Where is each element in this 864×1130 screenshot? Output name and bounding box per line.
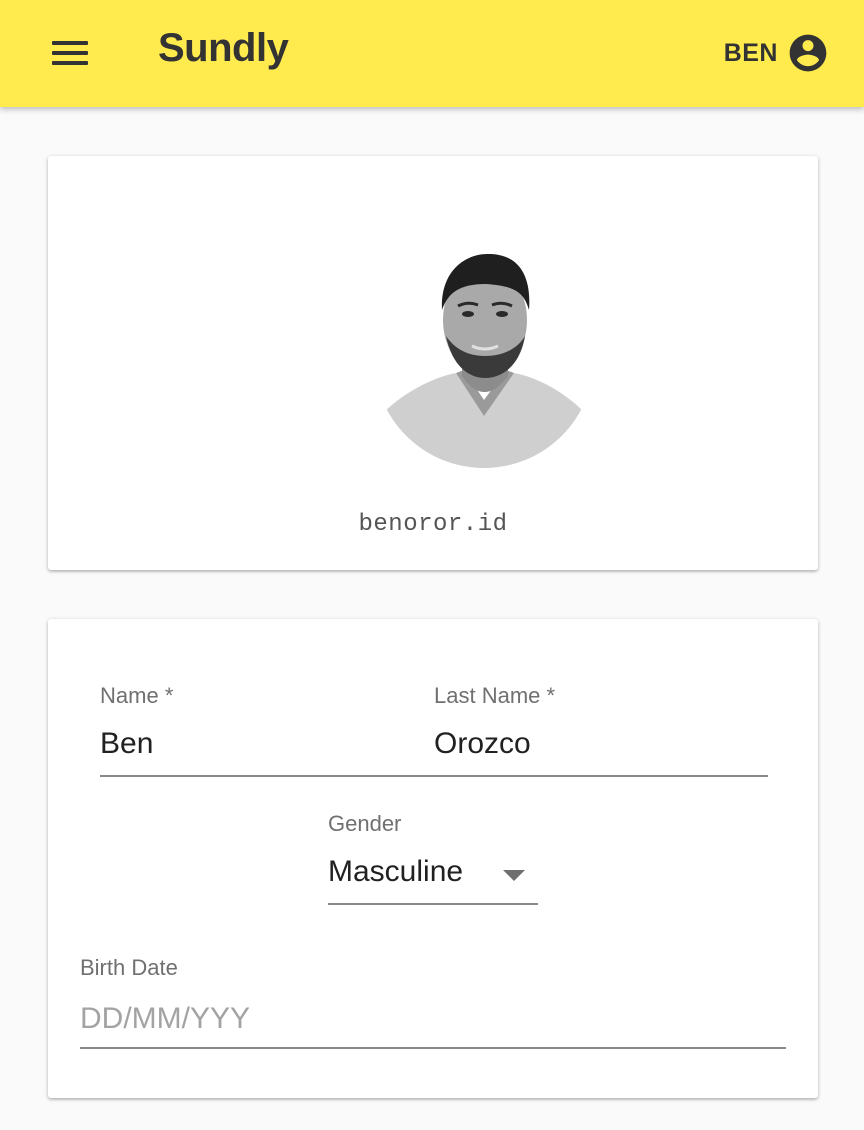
profile-card: benoror.id <box>48 156 818 570</box>
name-input[interactable]: Ben <box>100 727 153 761</box>
last-name-label-text: Last Name <box>434 683 541 708</box>
name-underline <box>100 775 434 777</box>
menu-line <box>52 61 88 65</box>
gender-label: Gender <box>328 811 402 836</box>
last-name-field[interactable]: Last Name * Orozco <box>434 683 768 777</box>
birth-date-underline <box>80 1047 786 1049</box>
app-bar: Sundly BEN <box>0 0 864 107</box>
last-name-input[interactable]: Orozco <box>434 727 531 761</box>
account-circle-icon <box>789 34 827 72</box>
menu-line <box>52 51 88 55</box>
name-label: Name * <box>100 683 173 709</box>
gender-value: Masculine <box>328 855 464 888</box>
avatar <box>374 248 594 468</box>
user-menu-button[interactable]: BEN <box>724 30 830 76</box>
avatar-photo <box>374 248 594 468</box>
name-field[interactable]: Name * Ben <box>100 683 434 777</box>
menu-line <box>52 41 88 45</box>
profile-handle: benoror.id <box>358 511 508 538</box>
name-label-text: Name <box>100 683 159 708</box>
menu-icon[interactable] <box>46 31 94 75</box>
chevron-down-icon[interactable] <box>503 870 525 881</box>
last-name-underline <box>434 775 768 777</box>
gender-select[interactable]: Gender Masculine <box>328 811 538 907</box>
last-name-label: Last Name * <box>434 683 555 709</box>
birth-date-label: Birth Date <box>80 955 178 980</box>
gender-underline <box>328 903 538 905</box>
required-mark: * <box>546 683 556 708</box>
user-name: BEN <box>723 38 778 67</box>
app-title: Sundly <box>158 26 289 70</box>
required-mark: * <box>164 683 174 708</box>
birth-date-field[interactable]: Birth Date <box>80 955 786 1051</box>
birth-date-input[interactable] <box>80 999 786 1039</box>
profile-form-card: Name * Ben Last Name * Orozco Gender Mas… <box>48 619 818 1098</box>
